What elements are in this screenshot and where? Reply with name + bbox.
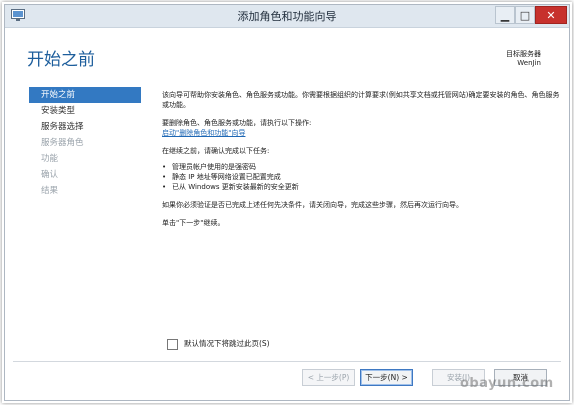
- sidebar-item-server-roles: 服务器角色: [41, 138, 84, 148]
- sidebar-item-results: 结果: [41, 186, 59, 196]
- target-server-caption: 目标服务器: [506, 50, 541, 58]
- continue-note-text: 单击"下一步"继续。: [162, 219, 225, 227]
- remove-roles-wizard-link[interactable]: 启动"删除角色和功能"向导: [162, 129, 245, 137]
- sidebar-item-server-selection[interactable]: 服务器选择: [29, 119, 141, 135]
- main-content: 该向导可帮助你安装角色、角色服务或功能。你需要根据组织的计算要求(例如共享文档或…: [162, 90, 560, 228]
- skip-page-checkbox-row[interactable]: 默认情况下将跳过此页(S): [167, 338, 270, 350]
- wizard-steps-sidebar: 开始之前 安装类型 服务器选择 服务器角色 功能 确认 结果: [29, 87, 141, 199]
- target-server-name: WenJin: [517, 59, 541, 67]
- task-text: 已从 Windows 更新安装最新的安全更新: [172, 183, 299, 191]
- bullet-icon: •: [162, 173, 167, 181]
- task-text: 管理员帐户使用的是强密码: [172, 163, 256, 171]
- list-item: • 管理员帐户使用的是强密码: [162, 162, 560, 172]
- sidebar-item-installation-type[interactable]: 安装类型: [29, 103, 141, 119]
- list-item: • 已从 Windows 更新安装最新的安全更新: [162, 182, 560, 192]
- previous-button[interactable]: < 上一步(P): [302, 369, 355, 386]
- wizard-window: 添加角色和功能向导 ▁ □ ✕ 开始之前 目标服务器 WenJin 开始之前 安…: [4, 4, 570, 401]
- bullet-icon: •: [162, 163, 167, 171]
- page-title: 开始之前: [27, 50, 95, 70]
- sidebar-item-before-you-begin[interactable]: 开始之前: [29, 87, 141, 103]
- verify-note-text: 如果你必须验证是否已完成上述任何先决条件，请关闭向导，完成这些步骤，然后再次运行…: [162, 201, 463, 209]
- sidebar-item-confirmation: 确认: [41, 170, 59, 180]
- bullet-icon: •: [162, 183, 167, 191]
- title-bar[interactable]: 添加角色和功能向导 ▁ □ ✕: [5, 5, 569, 28]
- task-text: 静态 IP 地址等网络设置已配置完成: [172, 173, 281, 181]
- list-item: • 静态 IP 地址等网络设置已配置完成: [162, 172, 560, 182]
- sidebar-item-features: 功能: [41, 154, 59, 164]
- intro-text: 该向导可帮助你安装角色、角色服务或功能。你需要根据组织的计算要求(例如共享文档或…: [162, 91, 560, 109]
- before-continue-text: 在继续之前，请确认完成以下任务:: [162, 147, 270, 155]
- footer-divider: [13, 361, 561, 362]
- skip-page-label: 默认情况下将跳过此页(S): [184, 339, 270, 348]
- remove-prompt-text: 要删除角色、角色服务或功能，请执行以下操作:: [162, 119, 312, 127]
- minimize-button[interactable]: ▁: [495, 6, 515, 24]
- window-title: 添加角色和功能向导: [237, 10, 337, 23]
- close-button[interactable]: ✕: [535, 6, 567, 24]
- skip-page-checkbox[interactable]: [167, 338, 178, 350]
- site-watermark: obayun.com: [460, 376, 554, 391]
- maximize-button[interactable]: □: [515, 6, 535, 24]
- prerequisite-task-list: • 管理员帐户使用的是强密码 • 静态 IP 地址等网络设置已配置完成 • 已从 Wi…: [162, 162, 560, 192]
- next-button[interactable]: 下一步(N) >: [360, 369, 413, 386]
